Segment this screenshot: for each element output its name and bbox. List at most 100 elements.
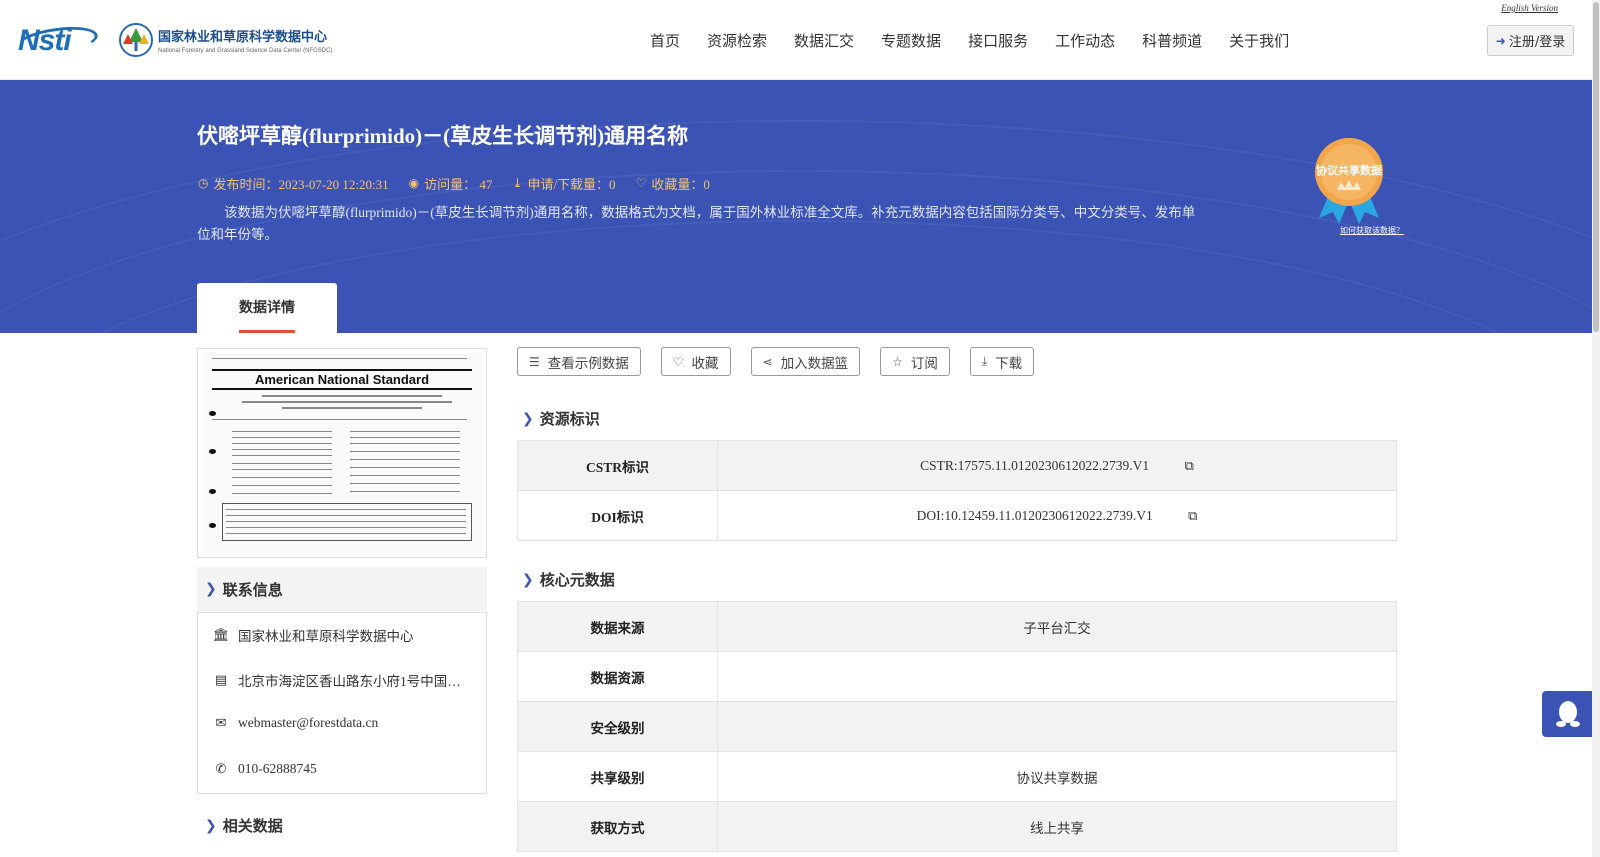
doc-text-line (232, 477, 332, 478)
download-label: 下载 (995, 355, 1023, 372)
page-scrollbar[interactable] (1592, 0, 1600, 857)
meta-key: 获取方式 (517, 801, 718, 852)
envelope-icon: ✉ (215, 715, 227, 730)
nav-science-channel[interactable]: 科普频道 (1142, 30, 1202, 51)
download-button[interactable]: ⤓ 下载 (969, 347, 1035, 376)
copy-icon[interactable]: ⧉ (1188, 508, 1197, 524)
english-version-link[interactable]: English Version (1501, 3, 1558, 13)
login-button[interactable]: ➜ 注册/登录 (1487, 25, 1574, 56)
favorite-count-text: 收藏量：0 (651, 177, 710, 192)
institution-icon: 🏛 (212, 627, 230, 642)
chevron-right-icon: ❯ (522, 571, 534, 588)
core-metadata-header: ❯ 核心元数据 (522, 569, 615, 590)
tab-data-details[interactable]: 数据详情 (197, 283, 337, 333)
contact-org-text: 国家林业和草原科学数据中心 (238, 629, 414, 644)
doc-text-line (242, 401, 452, 403)
qq-chat-button[interactable] (1542, 691, 1594, 737)
star-icon: ☆ (892, 354, 903, 369)
how-to-get-data-link[interactable]: 如何获取该数据？ (1340, 225, 1404, 236)
contact-org: 🏛 国家林业和草原科学数据中心 (212, 625, 478, 645)
cstr-value: CSTR:17575.11.0120230612022.2739.V1 (920, 457, 1150, 473)
doc-text-line (232, 469, 332, 470)
core-metadata-heading: 核心元数据 (539, 571, 615, 589)
doc-bullet (209, 489, 216, 494)
doc-text-line (226, 509, 466, 510)
badge-label: 协议共享数据 (1316, 164, 1382, 177)
download-count-text: 申请/下载量：0 (527, 177, 616, 192)
nfgsdc-logo-icon[interactable] (118, 22, 154, 58)
doc-text-line (232, 431, 332, 432)
sign-in-icon: ➜ (1495, 33, 1506, 48)
table-row: CSTR标识 CSTR:17575.11.0120230612022.2739.… (517, 440, 1397, 491)
nav-resource-search[interactable]: 资源检索 (707, 30, 767, 51)
nav-data-submission[interactable]: 数据汇交 (794, 30, 854, 51)
contact-address-text: 北京市海淀区香山路东小府1号中国… (238, 674, 461, 689)
subscribe-button[interactable]: ☆ 订阅 (880, 347, 950, 376)
doc-text-line (350, 451, 460, 452)
doc-bullet (209, 411, 216, 416)
nav-about[interactable]: 关于我们 (1229, 30, 1289, 51)
table-row: DOI标识 DOI:10.12459.11.0120230612022.2739… (517, 490, 1397, 541)
meta-key: 安全级别 (517, 701, 718, 752)
chevron-right-icon: ❯ (205, 581, 217, 597)
doc-text-line (282, 407, 422, 409)
visit-count: ◉ 访问量： 47 (409, 174, 493, 193)
doc-text-line (350, 443, 460, 444)
contact-phone: ✆ 010-62888745 (212, 761, 478, 777)
visit-count-text: 访问量： 47 (424, 177, 493, 192)
nav-home[interactable]: 首页 (650, 30, 680, 51)
doc-text-line (232, 449, 332, 450)
document-preview[interactable]: American National Standard (197, 348, 487, 558)
contact-info-box: 🏛 国家林业和草原科学数据中心 ▤ 北京市海淀区香山路东小府1号中国… ✉ we… (197, 612, 487, 794)
copy-icon[interactable]: ⧉ (1185, 458, 1194, 474)
doc-text-line (232, 437, 332, 438)
view-sample-button[interactable]: ☰ 查看示例数据 (517, 347, 641, 376)
scrollbar-thumb[interactable] (1593, 2, 1599, 332)
contact-email[interactable]: ✉ webmaster@forestdata.cn (212, 715, 478, 731)
cstr-cell: CSTR:17575.11.0120230612022.2739.V1 ⧉ (717, 440, 1397, 491)
table-row: 数据来源 子平台汇交 (517, 601, 1397, 652)
share-icon: ⋖ (762, 354, 773, 369)
doc-text-line (350, 491, 460, 492)
nav-news[interactable]: 工作动态 (1055, 30, 1115, 51)
top-navbar: Nsti 国家林业和草原科学数据中心 National Forestry and… (0, 0, 1600, 80)
document-thumbnail: American National Standard (202, 353, 482, 553)
nsti-logo[interactable]: Nsti (14, 22, 100, 60)
resource-id-heading: 资源标识 (539, 410, 600, 428)
favorite-count: ♡ 收藏量：0 (636, 174, 710, 193)
nav-api-service[interactable]: 接口服务 (968, 30, 1028, 51)
contact-phone-text: 010-62888745 (238, 761, 317, 776)
heart-icon: ♡ (672, 354, 684, 369)
data-description: 该数据为伏嘧坪草醇(flurprimido)－(草皮生长调节剂)通用名称，数据格… (197, 205, 1196, 242)
meta-key: 数据资源 (517, 651, 718, 702)
favorite-label: 收藏 (691, 355, 719, 372)
meta-value: 协议共享数据 (717, 751, 1397, 802)
nfgsdc-logo-en: National Forestry and Grassland Science … (158, 48, 333, 54)
doc-bullet (209, 523, 216, 528)
database-icon: ☰ (529, 354, 540, 369)
add-to-basket-button[interactable]: ⋖ 加入数据篮 (750, 347, 861, 376)
contact-email-text[interactable]: webmaster@forestdata.cn (238, 715, 378, 731)
map-icon: ▤ (214, 672, 228, 687)
download-count: ⤓ 申请/下载量：0 (512, 174, 615, 193)
nav-topic-data[interactable]: 专题数据 (881, 30, 941, 51)
publish-time-text: 发布时间：2023-07-20 12:20:31 (213, 177, 389, 192)
meta-value (717, 701, 1397, 752)
doc-text-line (226, 515, 466, 516)
doc-text-line (350, 483, 460, 484)
cstr-key: CSTR标识 (517, 440, 718, 491)
chevron-right-icon: ❯ (522, 410, 534, 427)
table-row: 共享级别 协议共享数据 (517, 751, 1397, 802)
clock-icon: ◷ (198, 176, 209, 190)
doi-value: DOI:10.12459.11.0120230612022.2739.V1 (916, 507, 1153, 523)
tab-data-details-label: 数据详情 (239, 300, 295, 316)
core-metadata-table: 数据来源 子平台汇交 数据资源 安全级别 共享级别 协议共享数据 获取方式 线上… (517, 601, 1397, 852)
doc-bullet (209, 449, 216, 454)
add-to-basket-label: 加入数据篮 (780, 355, 849, 372)
action-toolbar: ☰ 查看示例数据 ♡ 收藏 ⋖ 加入数据篮 ☆ 订阅 ⤓ 下载 (517, 347, 1054, 376)
chevron-right-icon: ❯ (205, 817, 217, 834)
favorite-button[interactable]: ♡ 收藏 (660, 347, 731, 376)
table-row: 安全级别 (517, 701, 1397, 752)
meta-value (717, 651, 1397, 702)
subscribe-label: 订阅 (910, 355, 938, 372)
